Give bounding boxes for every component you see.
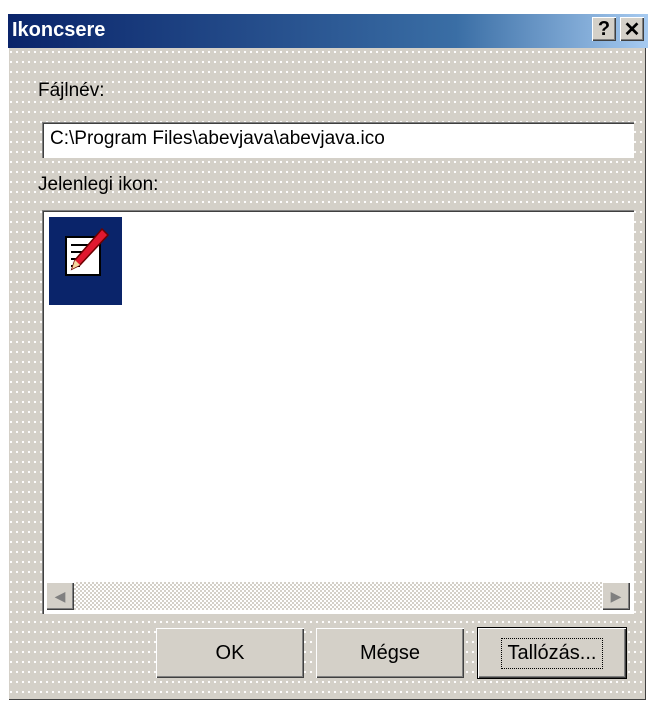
help-icon: ? (597, 17, 611, 40)
cancel-button-label: Mégse (359, 641, 421, 664)
ok-button[interactable]: OK (156, 628, 304, 678)
change-icon-dialog: Ikoncsere ? ✕ Fájlnév: C:\Program Files\… (8, 14, 648, 700)
arrow-right-icon: ▶ (610, 587, 622, 604)
current-icon-label-text: Jelenlegi ikon: (38, 174, 159, 195)
filename-value: C:\Program Files\abevjava\abevjava.ico (50, 128, 385, 149)
ok-button-label: OK (215, 641, 245, 664)
scroll-right-button[interactable]: ▶ (602, 582, 630, 610)
window-title: Ikoncsere (12, 19, 106, 41)
icon-list-item-selected[interactable] (49, 217, 122, 305)
title-bar[interactable]: Ikoncsere ? ✕ (8, 14, 648, 48)
arrow-left-icon: ◀ (54, 587, 66, 604)
filename-field[interactable]: C:\Program Files\abevjava\abevjava.ico (42, 122, 634, 158)
edit-document-pencil-icon (64, 227, 109, 276)
browse-button-label: Tallózás... (500, 637, 604, 669)
close-button[interactable]: ✕ (620, 17, 644, 41)
filename-label: Fájlnév: (38, 80, 105, 102)
browse-button[interactable]: Tallózás... (478, 628, 626, 678)
scroll-left-button[interactable]: ◀ (46, 582, 74, 610)
current-icon-label: Jelenlegi ikon: (38, 174, 158, 196)
horizontal-scrollbar[interactable]: ◀ ▶ (46, 582, 630, 610)
cancel-button[interactable]: Mégse (316, 628, 464, 678)
icon-list[interactable]: ◀ ▶ (42, 210, 634, 614)
filename-label-text: Fájlnév: (38, 80, 105, 101)
close-icon: ✕ (623, 18, 641, 41)
help-button[interactable]: ? (592, 17, 616, 41)
